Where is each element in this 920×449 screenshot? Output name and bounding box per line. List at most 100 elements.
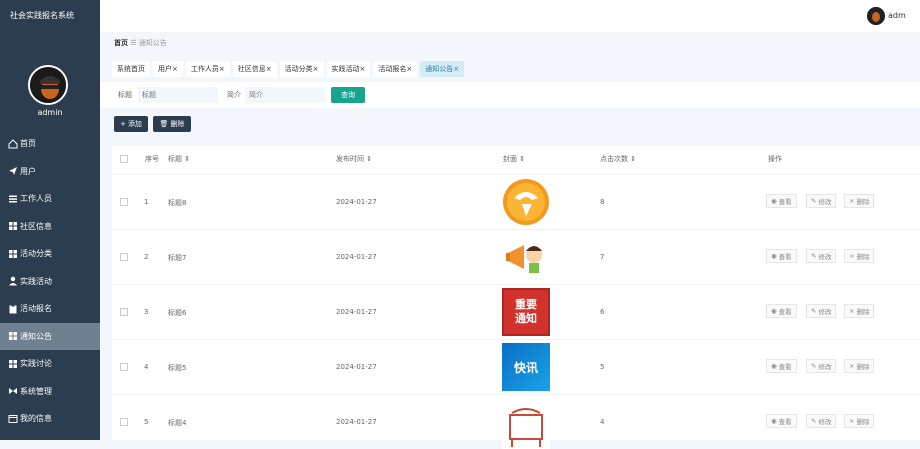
edit-button[interactable]: ✎ 修改	[806, 194, 837, 208]
breadcrumb: 首页 ☰ 通知公告	[114, 38, 167, 48]
user-name[interactable]: adm	[888, 11, 920, 20]
edit-icon: ✎	[811, 252, 817, 260]
sidebar-item-my-info[interactable]: 我的信息	[0, 405, 100, 433]
row-index: 2	[144, 253, 149, 261]
close-icon[interactable]: ×	[219, 65, 225, 73]
row-delete-button[interactable]: × 删除	[844, 414, 875, 428]
cover-image	[502, 401, 550, 449]
tab-users[interactable]: 用户 ×	[153, 61, 183, 77]
sidebar-item-practice-activity[interactable]: 实践活动	[0, 268, 100, 296]
row-delete-button[interactable]: × 删除	[844, 359, 875, 373]
sidebar-menu: 首页 用户 工作人员 社区信息 活动分类 实践活动 活动报名 通知公告 实践讨论…	[0, 130, 100, 433]
avatar[interactable]	[28, 65, 68, 105]
tab-staff[interactable]: 工作人员 ×	[185, 61, 230, 77]
intro-search-input[interactable]	[245, 87, 325, 103]
tab-practice-activity[interactable]: 实践活动 ×	[326, 61, 371, 77]
search-button[interactable]: 查询	[331, 87, 365, 103]
grid-icon	[7, 331, 18, 342]
close-icon[interactable]: ×	[453, 65, 459, 73]
close-icon[interactable]: ×	[313, 65, 319, 73]
column-header-clicks[interactable]: 点击次数 ⇕	[600, 154, 636, 164]
row-checkbox[interactable]	[120, 363, 128, 371]
edit-button[interactable]: ✎ 修改	[806, 304, 837, 318]
view-button[interactable]: ◉ 查看	[766, 414, 797, 428]
breadcrumb-separator: ☰	[130, 39, 137, 47]
view-button[interactable]: ◉ 查看	[766, 304, 797, 318]
row-checkbox[interactable]	[120, 418, 128, 426]
delete-button[interactable]: 🗑 删除	[153, 116, 191, 132]
row-delete-button[interactable]: × 删除	[844, 194, 875, 208]
row-title: 标题4	[168, 419, 187, 427]
eye-icon: ◉	[771, 362, 777, 370]
column-header-actions: 操作	[768, 155, 782, 163]
breadcrumb-current: 通知公告	[138, 39, 167, 47]
edit-button[interactable]: ✎ 修改	[806, 414, 837, 428]
row-title: 标题6	[168, 309, 187, 317]
edit-icon: ✎	[811, 307, 817, 315]
send-icon	[7, 166, 18, 177]
app-title: 社会实践报名系统	[10, 11, 74, 20]
sidebar-item-home[interactable]: 首页	[0, 130, 100, 158]
row-checkbox[interactable]	[120, 308, 128, 316]
tab-home[interactable]: 系统首页	[112, 61, 150, 77]
edit-button[interactable]: ✎ 修改	[806, 249, 837, 263]
sidebar-item-users[interactable]: 用户	[0, 158, 100, 186]
sidebar-item-system[interactable]: 系统管理	[0, 378, 100, 406]
row-index: 3	[144, 308, 149, 316]
table-row: 4 标题5 2024-01-27 快讯 5 ◉ 查看 ✎ 修改 × 删除	[112, 339, 920, 394]
view-button[interactable]: ◉ 查看	[766, 359, 797, 373]
close-icon[interactable]: ×	[360, 65, 366, 73]
trash-icon: 🗑	[159, 120, 169, 128]
close-icon: ×	[849, 307, 855, 315]
row-index: 4	[144, 363, 149, 371]
title-search-input[interactable]	[138, 87, 218, 103]
row-checkbox[interactable]	[120, 253, 128, 261]
sidebar-item-label: 活动报名	[20, 304, 52, 314]
tab-activity-category[interactable]: 活动分类 ×	[279, 61, 324, 77]
edit-button[interactable]: ✎ 修改	[806, 359, 837, 373]
column-header-time[interactable]: 发布时间 ⇕	[336, 154, 372, 164]
table-row: 3 标题6 2024-01-27 重要 通知 6 ◉ 查看 ✎ 修改 × 删除	[112, 284, 920, 339]
close-icon[interactable]: ×	[266, 65, 272, 73]
row-delete-button[interactable]: × 删除	[844, 304, 875, 318]
view-button[interactable]: ◉ 查看	[766, 194, 797, 208]
close-icon: ×	[849, 362, 855, 370]
tab-registration[interactable]: 活动报名 ×	[373, 61, 418, 77]
row-clicks: 4	[600, 418, 605, 426]
cover-image: 重要 通知	[502, 288, 550, 336]
row-time: 2024-01-27	[336, 308, 377, 316]
close-icon[interactable]: ×	[172, 65, 178, 73]
tab-community[interactable]: 社区信息 ×	[232, 61, 277, 77]
breadcrumb-home[interactable]: 首页	[114, 39, 128, 47]
add-button[interactable]: + 添加	[114, 116, 148, 132]
user-avatar[interactable]	[867, 7, 885, 25]
close-icon: ×	[849, 252, 855, 260]
tab-bar: 系统首页 用户 × 工作人员 × 社区信息 × 活动分类 × 实践活动 × 活动报名 × 通…	[112, 61, 465, 77]
tab-notice[interactable]: 通知公告 ×	[420, 61, 465, 77]
sidebar-item-label: 实践讨论	[20, 359, 52, 369]
column-header-index: 序号	[145, 155, 159, 163]
sidebar-item-discussion[interactable]: 实践讨论	[0, 350, 100, 378]
close-icon[interactable]: ×	[406, 65, 412, 73]
sidebar-item-activity-category[interactable]: 活动分类	[0, 240, 100, 268]
eye-icon: ◉	[771, 197, 777, 205]
view-button[interactable]: ◉ 查看	[766, 249, 797, 263]
edit-icon: ✎	[811, 197, 817, 205]
title-label: 标题	[118, 91, 132, 99]
sidebar-item-label: 首页	[20, 139, 36, 149]
sidebar-item-staff[interactable]: 工作人员	[0, 185, 100, 213]
column-header-cover[interactable]: 封面 ⇕	[503, 154, 525, 164]
grid-icon	[7, 358, 18, 369]
sidebar: 社会实践报名系统 admin 首页 用户 工作人员 社区信息 活动分类 实践活动…	[0, 0, 100, 440]
row-title: 标题5	[168, 364, 187, 372]
sidebar-item-community[interactable]: 社区信息	[0, 213, 100, 241]
sidebar-item-label: 我的信息	[20, 414, 52, 424]
row-delete-button[interactable]: × 删除	[844, 249, 875, 263]
column-header-title[interactable]: 标题 ⇕	[168, 154, 190, 164]
row-checkbox[interactable]	[120, 198, 128, 206]
clipboard-icon	[7, 303, 18, 314]
sidebar-item-registration[interactable]: 活动报名	[0, 295, 100, 323]
select-all-checkbox[interactable]	[120, 155, 128, 163]
window-icon	[7, 413, 18, 424]
sidebar-item-notice[interactable]: 通知公告	[0, 322, 100, 350]
